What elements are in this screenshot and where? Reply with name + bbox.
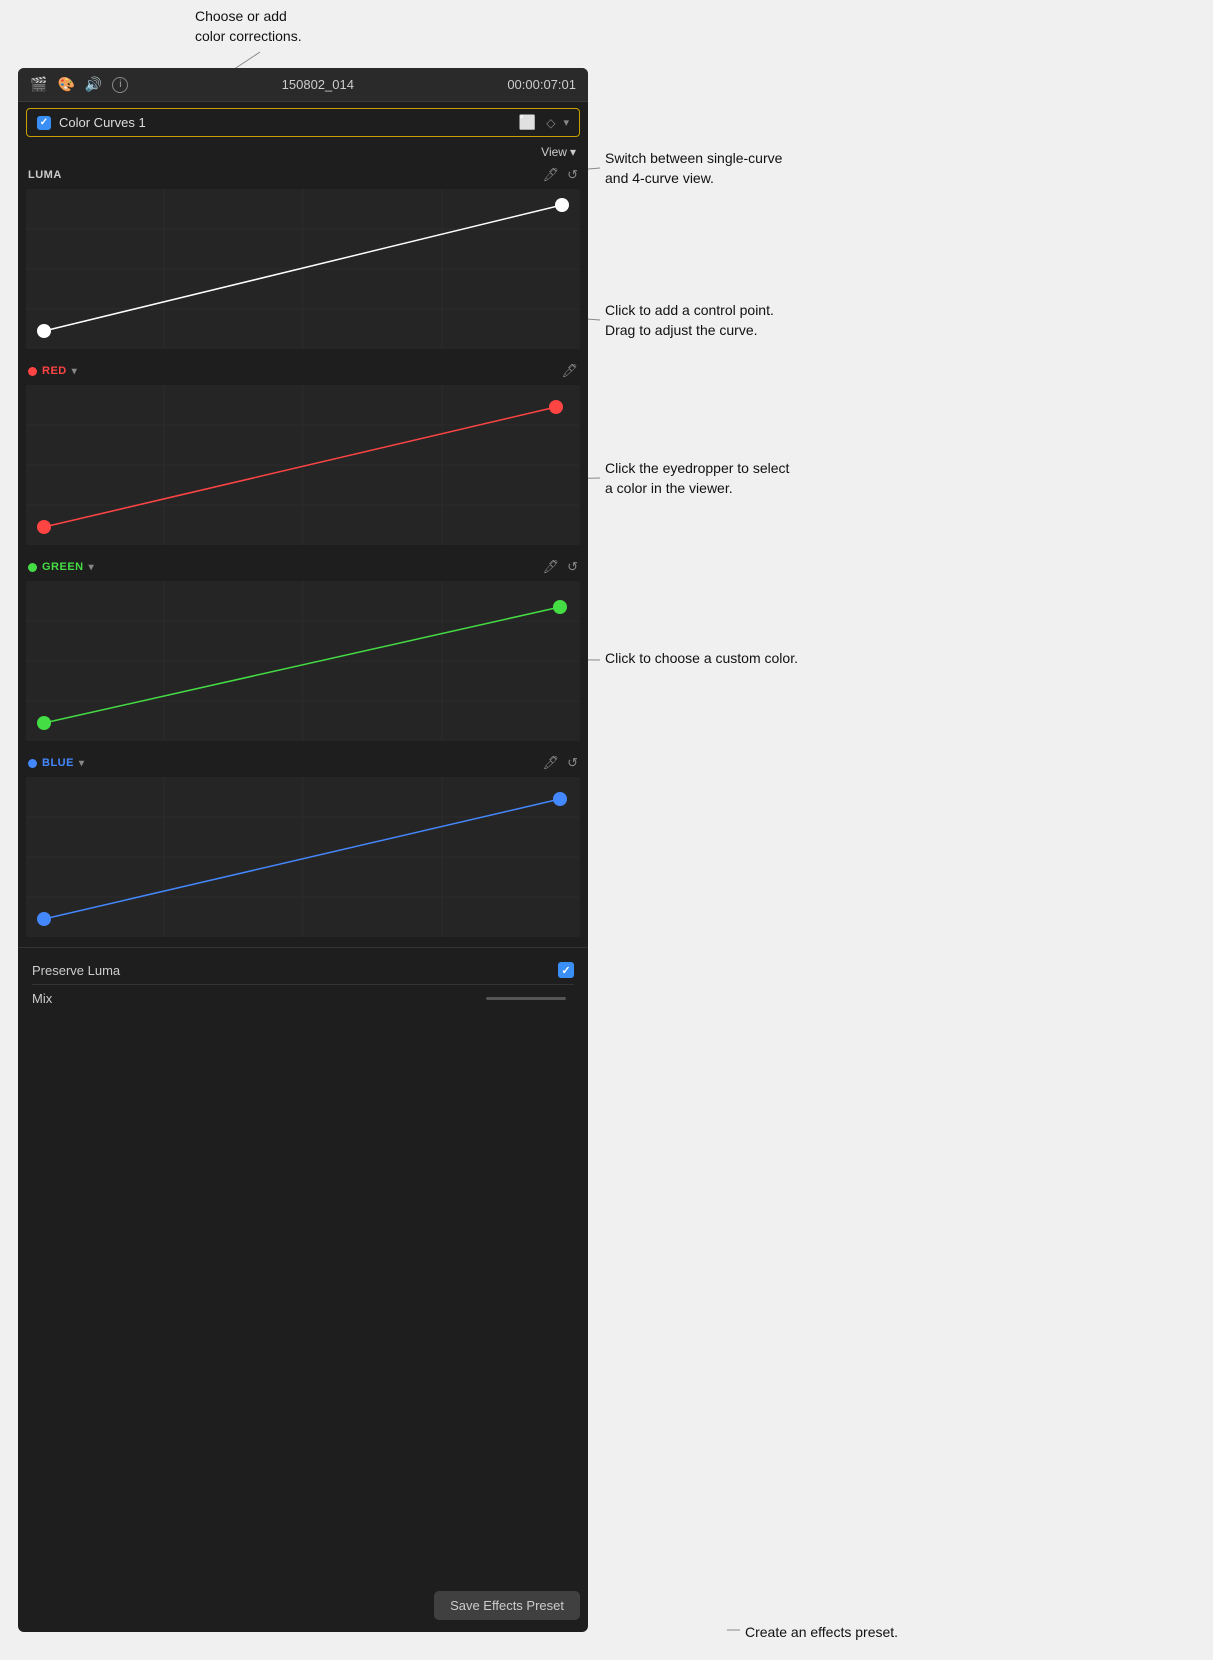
- color-curves-panel: 🎬 🎨 🔊 i 150802_014 00:00:07:01 Color Cur…: [18, 68, 588, 1632]
- effect-name: Color Curves 1: [59, 115, 519, 130]
- view-button-label: View: [541, 145, 567, 159]
- blue-label: BLUE ▾: [28, 757, 543, 769]
- green-reset-icon[interactable]: ↺: [567, 559, 578, 575]
- blue-dot: [28, 759, 37, 768]
- effect-chevron-icon[interactable]: ▾: [563, 116, 569, 129]
- blue-curve-canvas[interactable]: [26, 777, 580, 937]
- audio-icon[interactable]: 🔊: [85, 76, 102, 93]
- luma-label: LUMA: [28, 169, 543, 181]
- green-label: GREEN ▾: [28, 561, 543, 573]
- annotation-color-corrections: Choose or add color corrections.: [195, 6, 302, 47]
- view-button[interactable]: View ▾: [541, 145, 576, 159]
- luma-reset-icon[interactable]: ↺: [567, 167, 578, 183]
- blue-eyedropper-icon[interactable]: 🖊: [543, 755, 560, 771]
- effect-row[interactable]: Color Curves 1 ⬜ ◇ ▾: [26, 108, 580, 137]
- keyframe-diamond-icon[interactable]: ◇: [546, 116, 555, 130]
- preserve-luma-label: Preserve Luma: [32, 963, 558, 978]
- luma-tools: 🖊 ↺: [543, 167, 578, 183]
- red-chevron-icon[interactable]: ▾: [72, 366, 78, 377]
- header-icons: 🎬 🎨 🔊 i: [30, 76, 128, 93]
- green-curve-section: GREEN ▾ 🖊 ↺: [18, 555, 588, 749]
- red-curve-section: RED ▾ 🖊: [18, 359, 588, 553]
- mix-slider[interactable]: [486, 997, 566, 1000]
- green-dot: [28, 563, 37, 572]
- info-icon[interactable]: i: [112, 77, 128, 93]
- luma-curve-header: LUMA 🖊 ↺: [26, 163, 580, 187]
- red-label: RED ▾: [28, 365, 561, 377]
- red-dot: [28, 367, 37, 376]
- preserve-luma-checkbox[interactable]: [558, 962, 574, 978]
- save-effects-preset-button[interactable]: Save Effects Preset: [434, 1591, 580, 1620]
- red-curve-canvas[interactable]: [26, 385, 580, 545]
- green-tools: 🖊 ↺: [543, 559, 578, 575]
- blue-curve-header: BLUE ▾ 🖊 ↺: [26, 751, 580, 775]
- green-curve-header: GREEN ▾ 🖊 ↺: [26, 555, 580, 579]
- preserve-luma-row: Preserve Luma: [32, 956, 574, 985]
- mix-label: Mix: [32, 991, 486, 1006]
- bottom-controls: Preserve Luma Mix: [18, 947, 588, 1020]
- timecode: 00:00:07:01: [507, 77, 576, 92]
- red-tools: 🖊: [561, 363, 578, 379]
- green-chevron-icon[interactable]: ▾: [89, 562, 95, 573]
- monitor-icon[interactable]: ⬜: [519, 114, 536, 131]
- view-bar: View ▾: [18, 143, 588, 163]
- view-chevron-icon: ▾: [570, 145, 576, 159]
- blue-curve-section: BLUE ▾ 🖊 ↺: [18, 751, 588, 945]
- luma-curve-canvas[interactable]: [26, 189, 580, 349]
- panel-header: 🎬 🎨 🔊 i 150802_014 00:00:07:01: [18, 68, 588, 102]
- annotation-eyedropper: Click the eyedropper to select a color i…: [605, 458, 789, 499]
- color-icon[interactable]: 🎨: [57, 76, 74, 93]
- green-eyedropper-icon[interactable]: 🖊: [543, 559, 560, 575]
- red-curve-header: RED ▾ 🖊: [26, 359, 580, 383]
- blue-chevron-icon[interactable]: ▾: [79, 758, 85, 769]
- effect-enable-checkbox[interactable]: [37, 116, 51, 130]
- clip-name: 150802_014: [128, 77, 507, 92]
- mix-row: Mix: [32, 985, 574, 1012]
- luma-curve-section: LUMA 🖊 ↺: [18, 163, 588, 357]
- annotation-custom-color: Click to choose a custom color.: [605, 648, 798, 668]
- annotation-effects-preset: Create an effects preset.: [745, 1622, 898, 1642]
- red-eyedropper-icon[interactable]: 🖊: [561, 363, 578, 379]
- blue-tools: 🖊 ↺: [543, 755, 578, 771]
- annotation-control-point: Click to add a control point. Drag to ad…: [605, 300, 774, 341]
- film-icon[interactable]: 🎬: [30, 76, 47, 93]
- green-curve-canvas[interactable]: [26, 581, 580, 741]
- luma-eyedropper-icon[interactable]: 🖊: [543, 167, 560, 183]
- blue-reset-icon[interactable]: ↺: [567, 755, 578, 771]
- annotation-switch-view: Switch between single-curve and 4-curve …: [605, 148, 782, 189]
